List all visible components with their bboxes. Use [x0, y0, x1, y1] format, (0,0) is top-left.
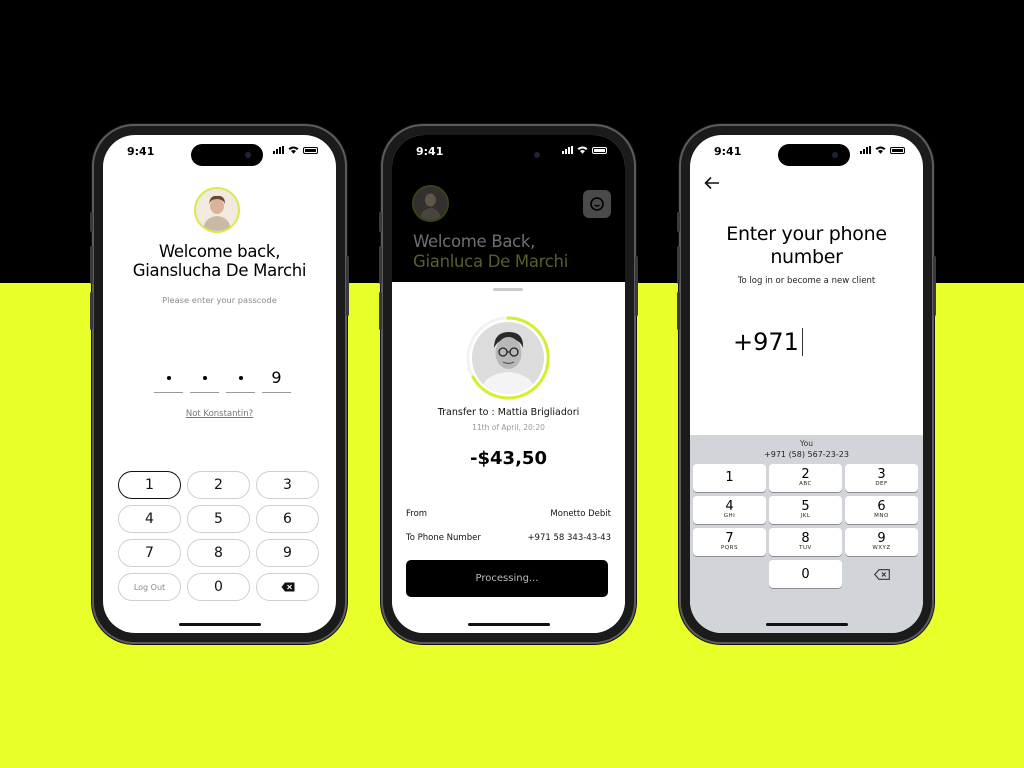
phone-transfer: 9:41 Welcome Back, Gianluca De Marchi Tr…	[379, 126, 638, 642]
phone-passcode: 9:41 Welcome back, Gianslucha De Marchi …	[90, 126, 349, 642]
suggestion-label: You	[800, 439, 813, 448]
recipient-avatar	[472, 322, 544, 394]
kb-delete-button[interactable]	[845, 560, 918, 588]
status-time: 9:41	[127, 145, 155, 158]
key-6[interactable]: 6	[256, 505, 319, 533]
kb-key-7[interactable]: 7 PQRS	[693, 528, 766, 556]
arrow-left-icon[interactable]	[704, 176, 720, 190]
kb-key-9[interactable]: 9 WXYZ	[845, 528, 918, 556]
user-avatar	[194, 187, 240, 233]
processing-button[interactable]: Processing...	[406, 560, 608, 597]
transfer-screen: 9:41 Welcome Back, Gianluca De Marchi Tr…	[392, 135, 625, 633]
kb-key-0[interactable]: 0	[769, 560, 842, 588]
page-subtitle: To log in or become a new client	[737, 276, 876, 286]
phone-entry-screen: 9:41 Enter your phone number To log in o…	[690, 135, 923, 633]
battery-icon	[890, 146, 905, 154]
key-8[interactable]: 8	[187, 539, 250, 567]
phone-number-entry: 9:41 Enter your phone number To log in o…	[677, 126, 936, 642]
to-phone-row: To Phone Number +971 58 343-43-43	[406, 533, 611, 543]
kb-key-3[interactable]: 3 DEF	[845, 464, 918, 492]
kb-key-5[interactable]: 5 JKL	[769, 496, 842, 524]
kb-empty-slot	[693, 560, 766, 588]
chat-icon	[590, 197, 604, 211]
home-indicator	[467, 623, 550, 626]
suggested-phone-number[interactable]: +971 (58) 567-23-23	[690, 450, 923, 459]
key-3[interactable]: 3	[256, 471, 319, 499]
page-title: Enter your phone number	[726, 223, 887, 268]
backspace-button[interactable]	[256, 573, 319, 601]
key-2[interactable]: 2	[187, 471, 250, 499]
user-avatar[interactable]	[412, 185, 449, 222]
battery-icon	[303, 146, 318, 154]
backspace-icon	[281, 582, 294, 592]
to-phone-label: To Phone Number	[406, 533, 481, 543]
status-time: 9:41	[416, 145, 444, 158]
backspace-icon	[873, 568, 890, 580]
signal-icon	[562, 146, 573, 154]
dynamic-island	[480, 144, 552, 166]
sheet-grabber[interactable]	[493, 288, 523, 291]
text-caret	[801, 328, 803, 356]
signal-icon	[273, 146, 284, 154]
phone-number-input[interactable]: +971	[733, 328, 803, 356]
kb-key-6[interactable]: 6 MNO	[845, 496, 918, 524]
key-9[interactable]: 9	[256, 539, 319, 567]
passcode-field[interactable]: 9	[154, 363, 291, 393]
welcome-title-line2: Gianluca De Marchi	[413, 252, 568, 271]
passcode-keypad: 1 2 3 4 5 6 7 8 9 Log Out 0	[118, 471, 319, 601]
from-value: Monetto Debit	[550, 509, 611, 519]
welcome-title: Welcome back, Gianslucha De Marchi	[132, 242, 307, 280]
kb-key-8[interactable]: 8 TUV	[769, 528, 842, 556]
status-time: 9:41	[714, 145, 742, 158]
passcode-prompt: Please enter your passcode	[162, 295, 277, 305]
dynamic-island	[191, 144, 263, 166]
transfer-recipient: Transfer to : Mattia Brigliadori	[437, 407, 580, 418]
home-indicator	[765, 623, 848, 626]
home-indicator	[178, 623, 261, 626]
transfer-date: 11th of April, 20:20	[472, 423, 545, 432]
battery-icon	[592, 146, 607, 154]
logout-button[interactable]: Log Out	[118, 573, 181, 601]
passcode-screen: 9:41 Welcome back, Gianslucha De Marchi …	[103, 135, 336, 633]
dynamic-island	[778, 144, 850, 166]
to-phone-value: +971 58 343-43-43	[527, 533, 611, 543]
welcome-title-line1: Welcome Back,	[413, 232, 536, 251]
signal-icon	[860, 146, 871, 154]
kb-key-1[interactable]: 1	[693, 464, 766, 492]
wifi-icon	[577, 146, 588, 154]
pin-cell	[226, 363, 255, 393]
wifi-icon	[288, 146, 299, 154]
pin-cell: 9	[262, 363, 291, 393]
from-label: From	[406, 509, 428, 519]
pin-cell	[154, 363, 183, 393]
key-4[interactable]: 4	[118, 505, 181, 533]
key-5[interactable]: 5	[187, 505, 250, 533]
key-7[interactable]: 7	[118, 539, 181, 567]
transfer-sheet: Transfer to : Mattia Brigliadori 11th of…	[392, 282, 625, 633]
chat-button[interactable]	[583, 190, 611, 218]
kb-key-4[interactable]: 4 GHI	[693, 496, 766, 524]
wifi-icon	[875, 146, 886, 154]
key-1[interactable]: 1	[118, 471, 181, 499]
from-row: From Monetto Debit	[406, 509, 611, 519]
key-0[interactable]: 0	[187, 573, 250, 601]
kb-key-2[interactable]: 2 ABC	[769, 464, 842, 492]
transfer-amount: -$43,50	[470, 448, 547, 469]
numeric-keyboard: You +971 (58) 567-23-23 1 2 ABC 3 DEF 4 GHI…	[690, 435, 923, 633]
not-user-link[interactable]: Not Konstantin?	[103, 409, 336, 419]
pin-cell	[190, 363, 219, 393]
